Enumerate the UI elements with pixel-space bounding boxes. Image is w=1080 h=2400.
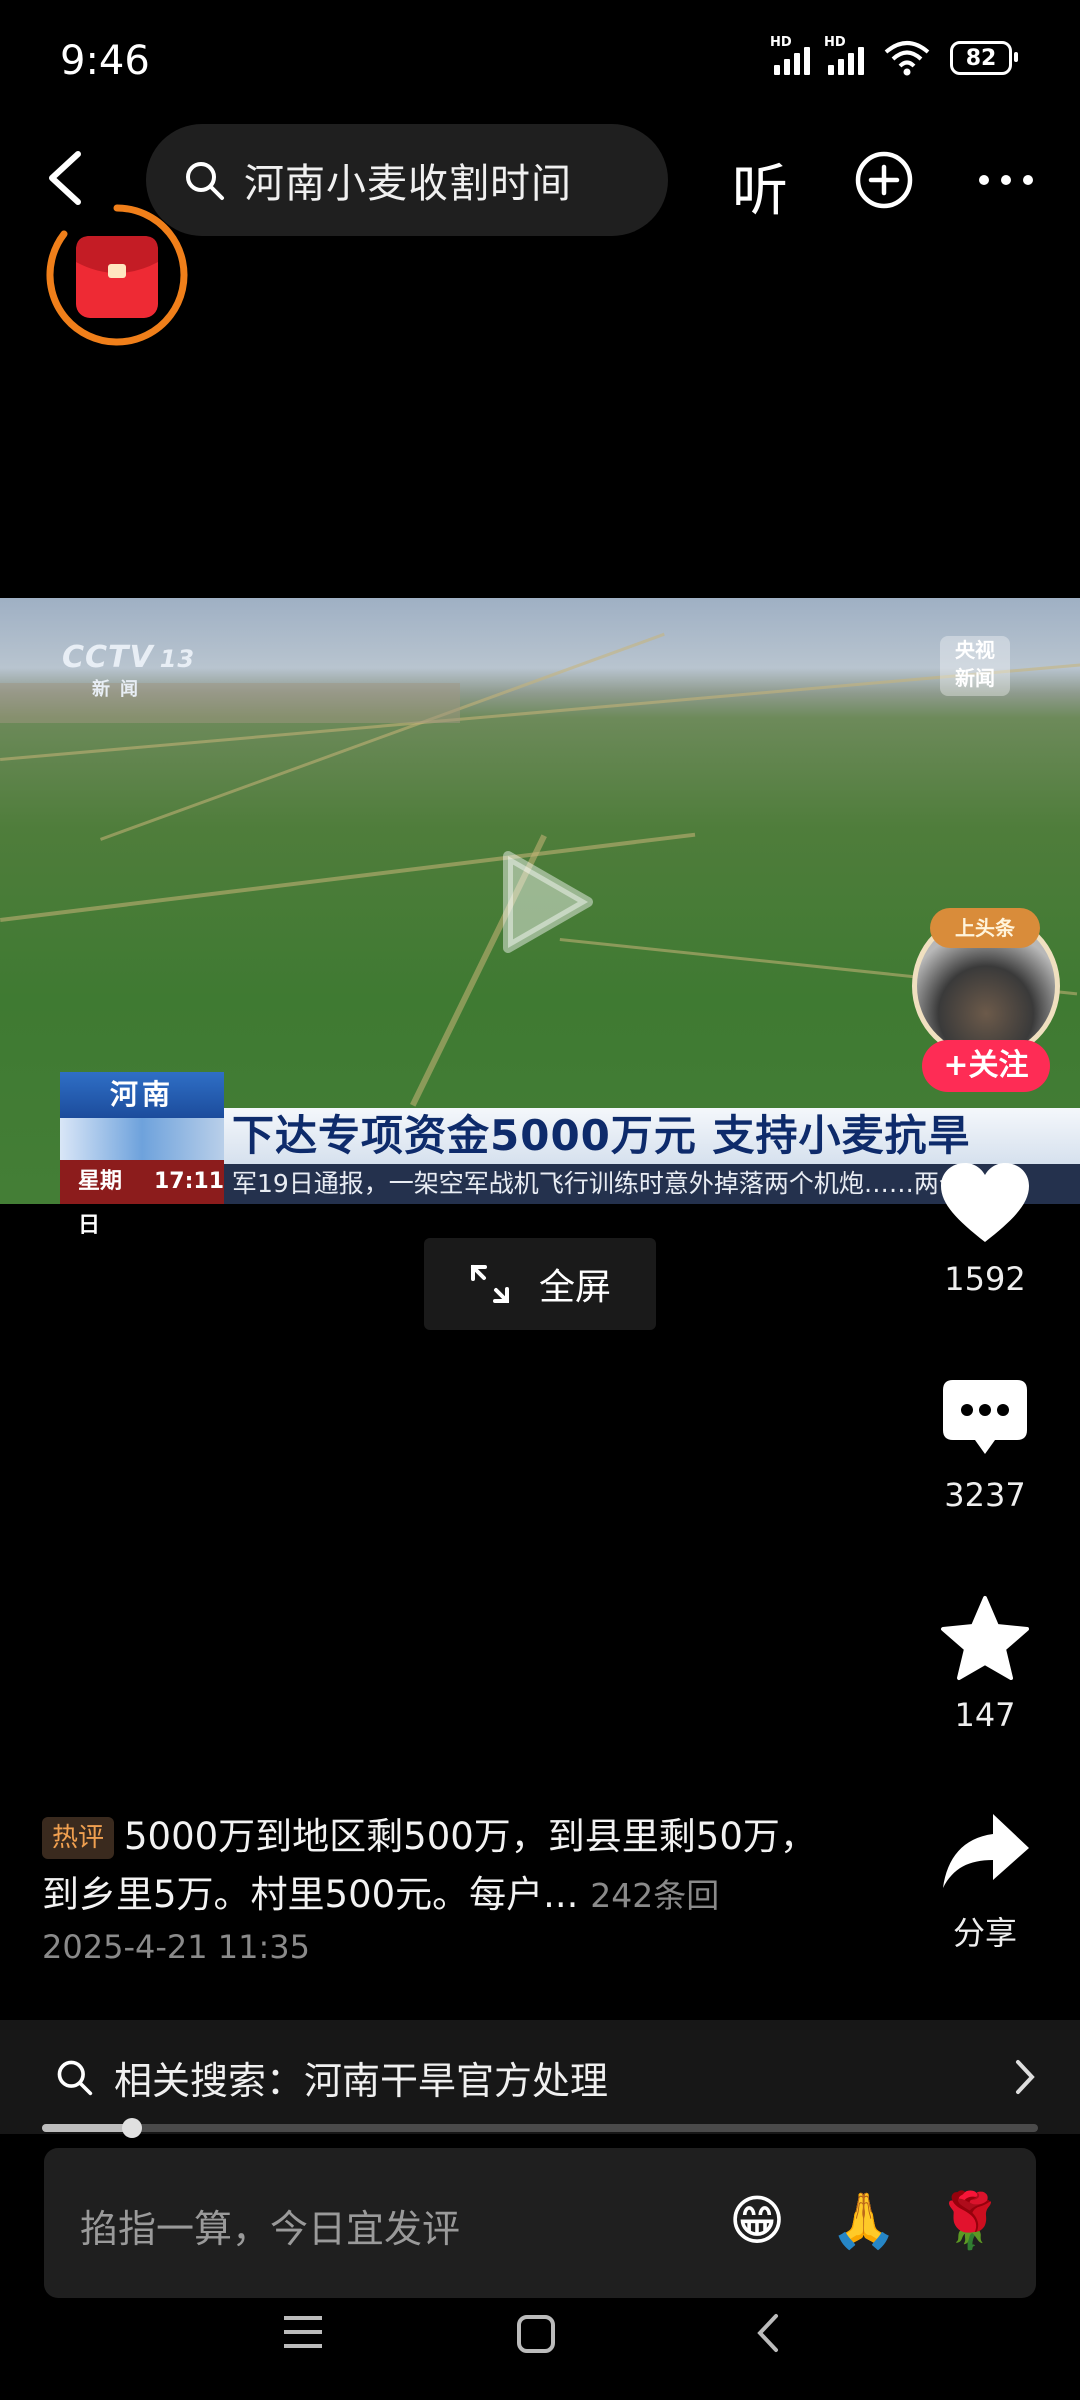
- share-button[interactable]: 分享: [920, 1810, 1050, 1954]
- status-icons: HD HD 82: [770, 35, 1018, 76]
- favorite-count: 147: [954, 1696, 1016, 1734]
- ticker-headline: 下达专项资金5000万元 支持小麦抗旱: [224, 1108, 1080, 1164]
- battery-indicator: 82: [950, 41, 1018, 75]
- listen-button[interactable]: 听: [732, 146, 788, 227]
- comment-placeholder: 掐指一算，今日宜发评: [80, 2207, 461, 2251]
- chevron-right-icon: [1016, 2060, 1035, 2094]
- hot-comment-badge: 热评: [42, 1817, 115, 1859]
- creator-badge: 上头条: [930, 908, 1040, 948]
- ticker-region: 河南: [60, 1072, 224, 1118]
- search-icon: [57, 2060, 93, 2096]
- back-button[interactable]: [38, 148, 92, 208]
- comment-count: 3237: [944, 1476, 1026, 1514]
- comment-button[interactable]: 3237: [920, 1376, 1050, 1514]
- nav-home-icon[interactable]: [516, 2314, 556, 2354]
- status-time: 9:46: [60, 38, 150, 84]
- video-progress-handle[interactable]: [122, 2118, 142, 2138]
- signal-icon: HD: [770, 35, 810, 75]
- fullscreen-label: 全屏: [538, 1267, 611, 1308]
- follow-button[interactable]: +关注: [922, 1040, 1050, 1092]
- comment-input[interactable]: 掐指一算，今日宜发评 😁 🙏 🌹: [44, 2148, 1036, 2298]
- channel-sub: 新闻: [92, 679, 148, 700]
- video-progress-track[interactable]: [42, 2124, 1038, 2132]
- cctv-logo: CCTV 13 新闻: [62, 640, 195, 701]
- nav-back-icon[interactable]: [756, 2312, 780, 2354]
- like-count: 1592: [944, 1260, 1026, 1298]
- more-options-icon[interactable]: [976, 170, 1036, 190]
- hot-comment-replies[interactable]: 242条回: [590, 1876, 719, 1915]
- comment-icon: [943, 1380, 1027, 1454]
- star-icon: [941, 1596, 1029, 1680]
- add-button[interactable]: [854, 150, 914, 210]
- play-icon[interactable]: [500, 848, 596, 956]
- search-bar[interactable]: 河南小麦收割时间: [146, 124, 668, 236]
- ticker-graphic: [60, 1118, 224, 1160]
- share-icon: [943, 1814, 1029, 1888]
- share-label: 分享: [952, 1914, 1017, 1952]
- pray-emoji-icon[interactable]: 🙏: [830, 2188, 897, 2254]
- video-progress-fill: [42, 2124, 132, 2132]
- expand-icon: [470, 1265, 509, 1303]
- fullscreen-button[interactable]: 全屏: [424, 1238, 656, 1330]
- hot-comment-date: 2025-4-21 11:35: [42, 1928, 310, 1966]
- ticker-datetime: 星期日 17:11: [60, 1160, 224, 1238]
- like-button[interactable]: 1592: [920, 1160, 1050, 1298]
- rose-emoji-icon[interactable]: 🌹: [936, 2188, 1003, 2254]
- ticker-time: 17:11: [153, 1169, 224, 1194]
- signal-icon-2: HD: [824, 35, 864, 75]
- ticker-day: 星期日: [78, 1169, 123, 1238]
- cctv-logo-text: CCTV: [62, 640, 154, 675]
- corner-logo: 央视 新闻: [940, 636, 1010, 696]
- search-query: 河南小麦收割时间: [244, 161, 572, 207]
- corner-logo-line1: 央视: [955, 638, 995, 662]
- wifi-icon: [884, 41, 930, 76]
- hd-label: HD: [770, 35, 792, 50]
- heart-icon: [941, 1163, 1029, 1242]
- search-icon: [186, 162, 224, 200]
- red-packet-icon[interactable]: [44, 202, 190, 348]
- related-search-bar[interactable]: 相关搜索：河南干旱官方处理: [0, 2020, 1080, 2134]
- hot-comment[interactable]: 热评 5000万到地区剩500万，到县里剩50万，到乡里5万。村里500元。每户.…: [42, 1808, 842, 1925]
- nav-menu-icon[interactable]: [282, 2312, 324, 2352]
- favorite-button[interactable]: 147: [920, 1594, 1050, 1734]
- corner-logo-line2: 新闻: [955, 666, 995, 690]
- grin-emoji-icon[interactable]: 😁: [724, 2188, 790, 2254]
- hd-label-2: HD: [824, 35, 846, 50]
- channel-number: 13: [159, 645, 196, 673]
- related-search-label: 相关搜索：河南干旱官方处理: [114, 2058, 609, 2103]
